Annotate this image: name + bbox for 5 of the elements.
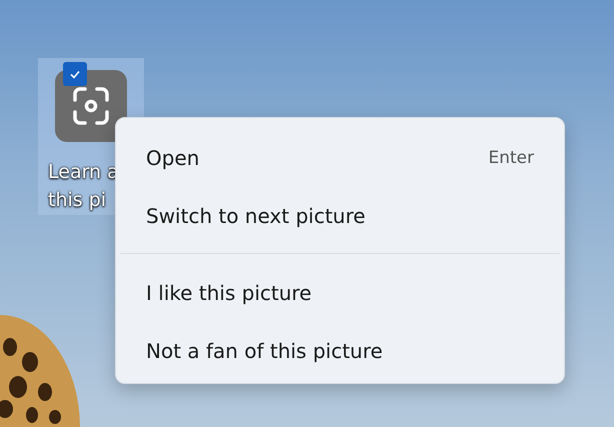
menu-item[interactable]: I like this picture: [120, 264, 560, 322]
menu-item[interactable]: Not a fan of this picture: [120, 322, 560, 380]
icon-label: this pi: [48, 188, 108, 213]
shortcut-label: Enter: [488, 148, 534, 168]
checkbox[interactable]: [63, 62, 87, 86]
